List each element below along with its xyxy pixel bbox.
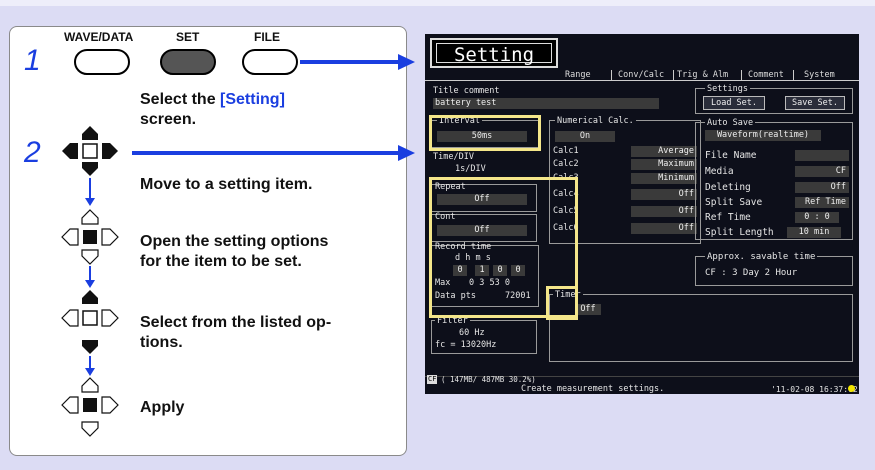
status-indicator-icon — [848, 385, 855, 392]
autosave-row-value[interactable]: CF — [795, 166, 849, 177]
load-set-button[interactable]: Load Set. — [703, 96, 765, 110]
tab-conv-calc[interactable]: Conv/Calc — [611, 70, 664, 80]
autosave-row-label: Deleting — [705, 182, 751, 193]
settings-label: Settings — [705, 84, 750, 95]
title-comment-label: Title comment — [433, 86, 500, 96]
filter-value[interactable]: 60 Hz — [459, 328, 485, 339]
tab-system[interactable]: System — [793, 70, 835, 80]
autosave-row-label: Split Length — [705, 227, 774, 238]
timediv-value[interactable]: 1s/DIV — [455, 164, 486, 175]
timer-field[interactable]: Off — [575, 304, 601, 315]
highlight-interval — [429, 115, 541, 151]
auto-save-label: Auto Save — [705, 118, 756, 129]
numcalc-field[interactable]: On — [555, 131, 615, 142]
calc-row-label: Calc1 — [553, 146, 579, 156]
autosave-row-value[interactable] — [795, 150, 849, 161]
tab-trig-alm[interactable]: Trig & Alm — [673, 70, 728, 80]
autosave-row-value[interactable]: Off — [795, 182, 849, 193]
autosave-row-label: Ref Time — [705, 212, 751, 223]
timediv-label: Time/DIV — [433, 152, 474, 162]
title-comment-field[interactable]: battery test — [433, 98, 659, 109]
approx-time-value: CF : 3 Day 2 Hour — [705, 268, 798, 278]
save-set-button[interactable]: Save Set. — [785, 96, 845, 110]
approx-time-label: Approx. savable time — [705, 252, 818, 263]
autosave-row-label: Split Save — [705, 197, 763, 208]
highlight-timer — [546, 286, 578, 320]
setting-tab-label: Setting — [436, 43, 552, 66]
calc-row-value[interactable]: Off — [631, 206, 697, 217]
status-datetime: '11-02-08 16:37:02 — [771, 385, 858, 394]
fc-value: fc = 13020Hz — [435, 340, 497, 350]
tab-comment[interactable]: Comment — [741, 70, 784, 80]
autosave-row-value[interactable]: 10 min — [787, 227, 841, 238]
calc-row-value[interactable]: Minimum — [631, 173, 697, 184]
calc-row-label: Calc2 — [553, 159, 579, 169]
autosave-row-value[interactable]: 0 : 0 — [795, 212, 839, 223]
numcalc-label: Numerical Calc. — [555, 116, 636, 127]
calc-row-value[interactable]: Off — [631, 189, 697, 200]
autosave-row-label: File Name — [705, 150, 757, 161]
autosave-row-value[interactable]: Ref Time — [795, 197, 849, 208]
auto-save-field[interactable]: Waveform(realtime) — [705, 130, 821, 141]
calc-row-value[interactable]: Maximum — [631, 159, 697, 170]
calc-row-value[interactable]: Average — [631, 146, 697, 157]
autosave-row-label: Media — [705, 166, 734, 177]
calc-row-value[interactable]: Off — [631, 223, 697, 234]
setting-tab[interactable]: Setting — [430, 38, 558, 68]
status-message: Create measurement settings. — [521, 384, 665, 394]
cf-card-icon: CF — [427, 375, 438, 384]
tab-range[interactable]: Range — [565, 70, 591, 80]
